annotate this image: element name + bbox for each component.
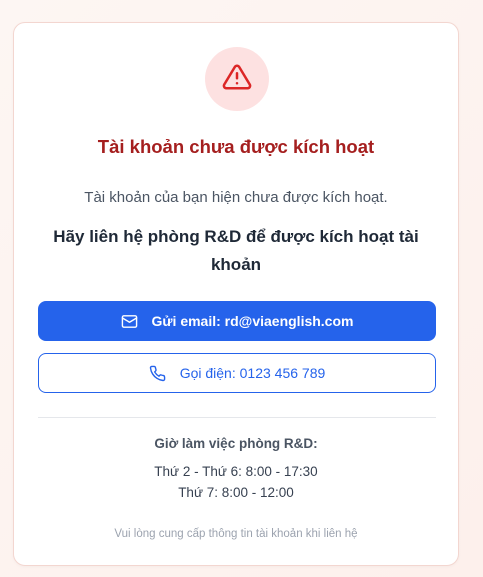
phone-icon (149, 365, 166, 382)
working-hours-title: Giờ làm việc phòng R&D: (154, 436, 318, 451)
working-hours-weekdays: Thứ 2 - Thứ 6: 8:00 - 17:30 (154, 464, 318, 479)
alert-description: Tài khoản của bạn hiện chưa được kích ho… (84, 189, 388, 206)
footer-note: Vui lòng cung cấp thông tin tài khoản kh… (114, 528, 358, 540)
send-email-button[interactable]: Gửi email: rd@viaenglish.com (38, 301, 436, 341)
call-phone-label: Gọi điện: 0123 456 789 (179, 365, 326, 381)
section-divider (38, 417, 436, 418)
mail-icon (121, 313, 138, 330)
contact-instruction: Hãy liên hệ phòng R&D để được kích hoạt … (53, 227, 419, 274)
activation-card: Tài khoản chưa được kích hoạt Tài khoản … (13, 22, 459, 566)
alert-title: Tài khoản chưa được kích hoạt (97, 136, 375, 157)
working-hours-saturday: Thứ 7: 8:00 - 12:00 (178, 485, 294, 500)
warning-icon-badge (205, 47, 269, 111)
warning-triangle-icon (222, 62, 252, 97)
call-phone-button[interactable]: Gọi điện: 0123 456 789 (38, 353, 436, 393)
send-email-label: Gửi email: rd@viaenglish.com (151, 313, 354, 329)
